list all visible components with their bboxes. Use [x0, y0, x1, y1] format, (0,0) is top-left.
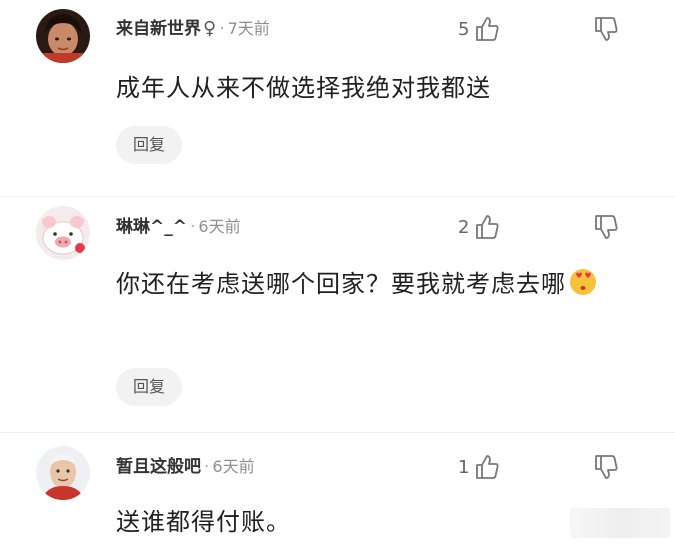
separator-dot: ·	[204, 457, 210, 477]
comment-meta: 暂且这般吧 · 6天前	[116, 452, 255, 482]
elder-avatar-icon	[36, 446, 90, 500]
blurred-overlay	[570, 508, 670, 538]
avatar[interactable]	[36, 446, 90, 500]
dislike-button[interactable]	[592, 452, 620, 482]
like-count: 1	[458, 456, 470, 478]
like-button[interactable]: 1	[458, 452, 501, 482]
username[interactable]: 暂且这般吧	[116, 457, 201, 477]
thumbs-down-icon	[592, 453, 620, 481]
comment-item: 暂且这般吧 · 6天前 1 送谁都得付账。	[0, 0, 675, 542]
comment-time: 6天前	[212, 457, 255, 476]
thumbs-up-icon	[473, 453, 501, 481]
comment-text: 送谁都得付账。	[116, 508, 291, 536]
